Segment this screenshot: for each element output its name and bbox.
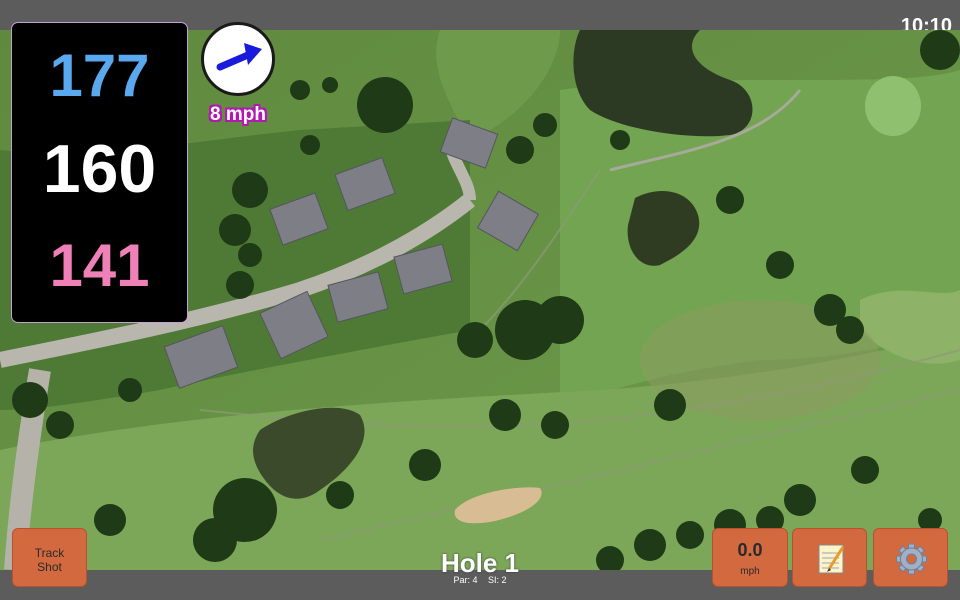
hole-info: Hole 1 Par: 4 SI: 2 — [400, 548, 560, 585]
gear-icon — [896, 543, 927, 575]
wind-direction-indicator — [201, 22, 275, 96]
par-label: Par: 4 — [453, 575, 478, 585]
wind-speed-button[interactable]: 0.0 mph — [712, 528, 788, 587]
wind-speed-label: 8 mph — [210, 104, 266, 125]
notes-button[interactable] — [792, 528, 867, 587]
track-shot-button[interactable]: Track Shot — [12, 528, 87, 587]
hole-title: Hole 1 — [440, 548, 520, 578]
wind-speed-value: 0.0 — [737, 540, 763, 560]
yardage-panel: 177 160 141 — [11, 22, 188, 323]
front-yardage: 141 — [49, 232, 150, 299]
settings-button[interactable] — [873, 528, 948, 587]
stroke-index-label: SI: 2 — [488, 575, 507, 585]
middle-yardage: 160 — [42, 131, 157, 207]
notepad-icon — [818, 544, 845, 574]
wind-speed-unit: mph — [740, 566, 760, 577]
track-shot-label-line2: Shot — [37, 560, 62, 574]
arrow-icon — [216, 43, 262, 71]
track-shot-label-line1: Track — [34, 546, 65, 560]
back-yardage: 177 — [49, 42, 150, 109]
